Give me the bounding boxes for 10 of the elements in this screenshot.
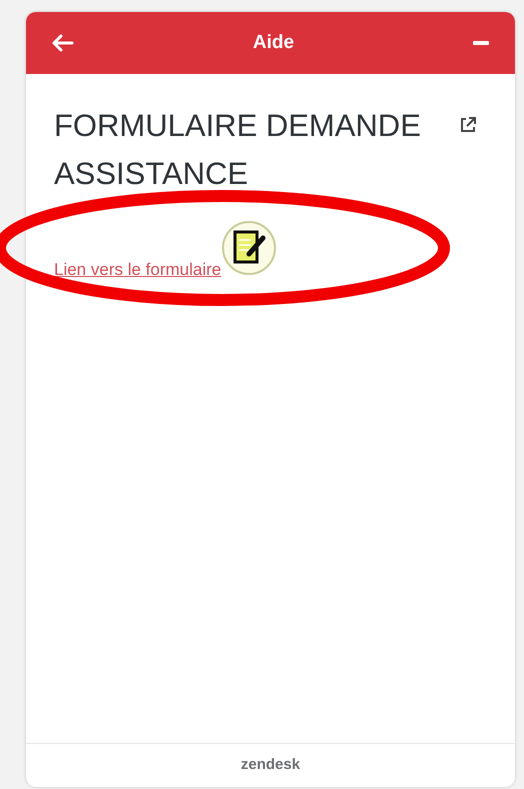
edit-document-icon	[221, 220, 278, 276]
back-arrow-icon	[52, 34, 74, 52]
form-link[interactable]: Lien vers le formulaire	[54, 256, 222, 282]
brand-label: zendesk	[240, 755, 300, 776]
external-link-icon	[459, 116, 477, 134]
article-title: FORMULAIRE DEMANDE ASSISTANCE	[54, 107, 422, 193]
open-external-button[interactable]	[459, 116, 477, 134]
back-button[interactable]	[52, 34, 74, 52]
minimize-icon	[473, 41, 489, 45]
header-title: Aide	[252, 30, 294, 55]
